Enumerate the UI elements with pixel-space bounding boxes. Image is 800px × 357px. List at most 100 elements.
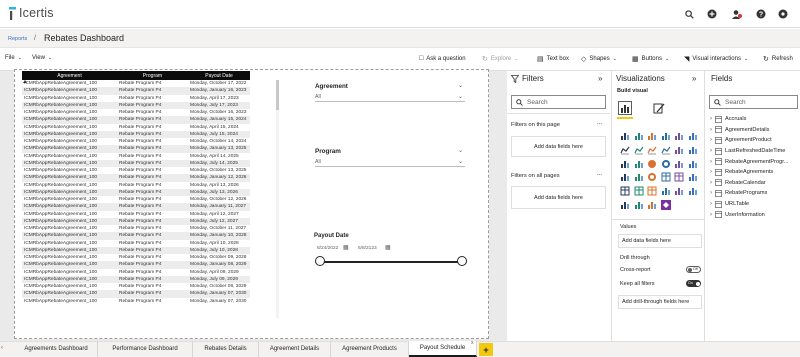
table-row[interactable]: ICMRbAppRebateAgreement_100 Rebate Progra…: [22, 211, 250, 218]
chevron-right-icon[interactable]: ›: [710, 180, 712, 186]
date-range-end-handle[interactable]: [457, 256, 467, 266]
clustered-column-chart-icon[interactable]: [661, 131, 671, 141]
waterfall-chart-icon[interactable]: [688, 145, 698, 155]
table-scrollbar-thumb[interactable]: [276, 80, 279, 110]
stacked-bar-chart-icon[interactable]: [620, 131, 630, 141]
table-row[interactable]: ICMRbAppRebateAgreement_100 Rebate Progra…: [22, 203, 250, 211]
tab-performance-dashboard[interactable]: Performance Dashboard: [98, 341, 193, 357]
settings-icon[interactable]: [777, 8, 789, 20]
filters-page-drop-zone[interactable]: Add data fields here: [511, 136, 606, 157]
agreement-slicer-dropdown[interactable]: All: [315, 94, 465, 102]
line-column-chart-icon[interactable]: [660, 145, 671, 155]
slicer-icon[interactable]: [620, 186, 630, 196]
visual-interactions-button[interactable]: ◥ Visual interactions ⌄: [684, 55, 748, 63]
line-chart-icon[interactable]: [620, 145, 630, 155]
calendar-icon[interactable]: ▦: [385, 244, 391, 251]
table-row[interactable]: ICMRbAppRebateAgreement_100 Rebate Progra…: [22, 225, 250, 232]
file-menu[interactable]: File ⌄: [5, 55, 22, 61]
field-table-item[interactable]: › RebateAgreements: [710, 167, 800, 178]
chevron-right-icon[interactable]: ›: [710, 116, 712, 122]
paginated-report-icon[interactable]: [660, 200, 671, 210]
qa-visual-icon[interactable]: [634, 200, 644, 210]
table-scrollbar[interactable]: [276, 80, 279, 318]
decomposition-tree-icon[interactable]: [620, 200, 630, 210]
field-table-item[interactable]: › UserInformation: [710, 209, 800, 220]
table-row[interactable]: ICMRbAppRebateAgreement_100 Rebate Progra…: [22, 174, 250, 182]
kpi-icon[interactable]: [688, 172, 698, 182]
text-box-button[interactable]: ▤ Text box: [537, 55, 569, 63]
donut-chart-icon[interactable]: [661, 159, 671, 169]
gauge-icon[interactable]: [647, 172, 657, 182]
table-row[interactable]: ICMRbAppRebateAgreement_100 Rebate Progra…: [22, 269, 250, 276]
column-header-program[interactable]: Program: [117, 71, 188, 80]
card-icon[interactable]: [661, 172, 671, 182]
drill-through-drop-zone[interactable]: Add drill-through fields here: [618, 295, 702, 309]
100-percent-column-chart-icon[interactable]: [688, 131, 698, 141]
area-chart-icon[interactable]: [633, 145, 644, 155]
chevron-right-icon[interactable]: ›: [710, 190, 712, 196]
calendar-icon[interactable]: ▦: [343, 244, 349, 251]
chevron-down-icon[interactable]: ⌄: [458, 158, 463, 165]
fields-search-input[interactable]: Search: [709, 95, 798, 109]
shapes-button[interactable]: ◇ Shapes ⌄: [581, 55, 617, 63]
tab-rebates-details[interactable]: Rebates Details: [193, 341, 259, 357]
python-visual-icon[interactable]: [674, 186, 684, 196]
search-icon[interactable]: [683, 8, 695, 20]
field-table-item[interactable]: › Accruals: [710, 114, 800, 125]
field-table-item[interactable]: › AgreementProduct: [710, 135, 800, 146]
table-row[interactable]: ICMRbAppRebateAgreement_100 Rebate Progra…: [22, 145, 250, 153]
table-row[interactable]: ICMRbAppRebateAgreement_100 Rebate Progra…: [22, 159, 250, 167]
table-row[interactable]: ICMRbAppRebateAgreement_100 Rebate Progra…: [22, 130, 250, 138]
chevron-right-icon[interactable]: ›: [710, 169, 712, 175]
chevron-right-icon[interactable]: ›: [710, 127, 712, 133]
column-header-payout-date[interactable]: Payout Date: [188, 71, 250, 80]
table-row[interactable]: ICMRbAppRebateAgreement_100 Rebate Progra…: [22, 261, 250, 269]
table-row[interactable]: ICMRbAppRebateAgreement_100 Rebate Progra…: [22, 246, 250, 254]
chevron-down-icon[interactable]: ⌄: [458, 82, 463, 89]
format-visual-tab-icon[interactable]: [652, 101, 666, 115]
table-row[interactable]: ICMRbAppRebateAgreement_100 Rebate Progra…: [22, 109, 250, 116]
stacked-column-chart-icon[interactable]: [634, 131, 644, 141]
table-row[interactable]: ICMRbAppRebateAgreement_100 Rebate Progra…: [22, 153, 250, 160]
table-row[interactable]: ICMRbAppRebateAgreement_100 Rebate Progra…: [22, 196, 250, 203]
add-icon[interactable]: [706, 8, 718, 20]
matrix-icon[interactable]: [647, 186, 657, 196]
buttons-button[interactable]: ▦ Buttons ⌄: [632, 55, 669, 63]
100-percent-bar-chart-icon[interactable]: [674, 131, 684, 141]
tab-payout-schedule[interactable]: Payout Schedule: [409, 341, 477, 357]
pie-chart-icon[interactable]: [647, 159, 657, 169]
table-row[interactable]: ICMRbAppRebateAgreement_100 Rebate Progra…: [22, 87, 250, 95]
app-logo[interactable]: Icertis: [9, 6, 54, 20]
payout-end-date-input[interactable]: 5/8/2123: [358, 246, 377, 251]
explore-button[interactable]: ↻ Explore ⌄: [482, 55, 518, 63]
program-slicer-dropdown[interactable]: All: [315, 159, 465, 167]
chevron-right-icon[interactable]: ›: [710, 201, 712, 207]
build-visual-tab-icon[interactable]: [618, 101, 632, 115]
table-row[interactable]: ICMRbAppRebateAgreement_100 Rebate Progra…: [22, 116, 250, 124]
chevron-down-icon[interactable]: ⌄: [458, 93, 463, 100]
filled-map-icon[interactable]: [620, 172, 630, 182]
table-row[interactable]: ICMRbAppRebateAgreement_100 Rebate Progra…: [22, 80, 250, 87]
table-row[interactable]: ICMRbAppRebateAgreement_100 Rebate Progra…: [22, 138, 250, 145]
chevron-down-icon[interactable]: ⌄: [458, 147, 463, 154]
table-row[interactable]: ICMRbAppRebateAgreement_100 Rebate Progra…: [22, 240, 250, 247]
map-icon[interactable]: [688, 159, 698, 169]
payout-start-date-input[interactable]: 8/24/2022: [317, 246, 338, 251]
table-icon[interactable]: [634, 186, 644, 196]
add-page-button[interactable]: +: [479, 343, 493, 356]
collapse-visualizations-icon[interactable]: »: [692, 74, 696, 83]
column-header-agreement[interactable]: Agreement: [22, 71, 117, 80]
tab-agreement-products[interactable]: Agreement Products: [331, 341, 409, 357]
key-influencers-icon[interactable]: [688, 186, 698, 196]
smart-narrative-icon[interactable]: [647, 200, 657, 210]
filters-all-drop-zone[interactable]: Add data fields here: [511, 186, 606, 209]
r-script-visual-icon[interactable]: [661, 186, 671, 196]
filters-search-input[interactable]: Search: [511, 95, 606, 109]
payout-table[interactable]: Agreement Program Payout Date ICMRbAppRe…: [22, 71, 280, 318]
field-table-item[interactable]: › AgreementDetails: [710, 125, 800, 136]
funnel-chart-icon[interactable]: [620, 159, 630, 169]
chevron-right-icon[interactable]: ›: [710, 159, 712, 165]
table-row[interactable]: ICMRbAppRebateAgreement_100 Rebate Progra…: [22, 95, 250, 102]
multi-row-card-icon[interactable]: [674, 172, 684, 182]
tab-agreements-dashboard[interactable]: Agreements Dashboard: [15, 341, 98, 357]
